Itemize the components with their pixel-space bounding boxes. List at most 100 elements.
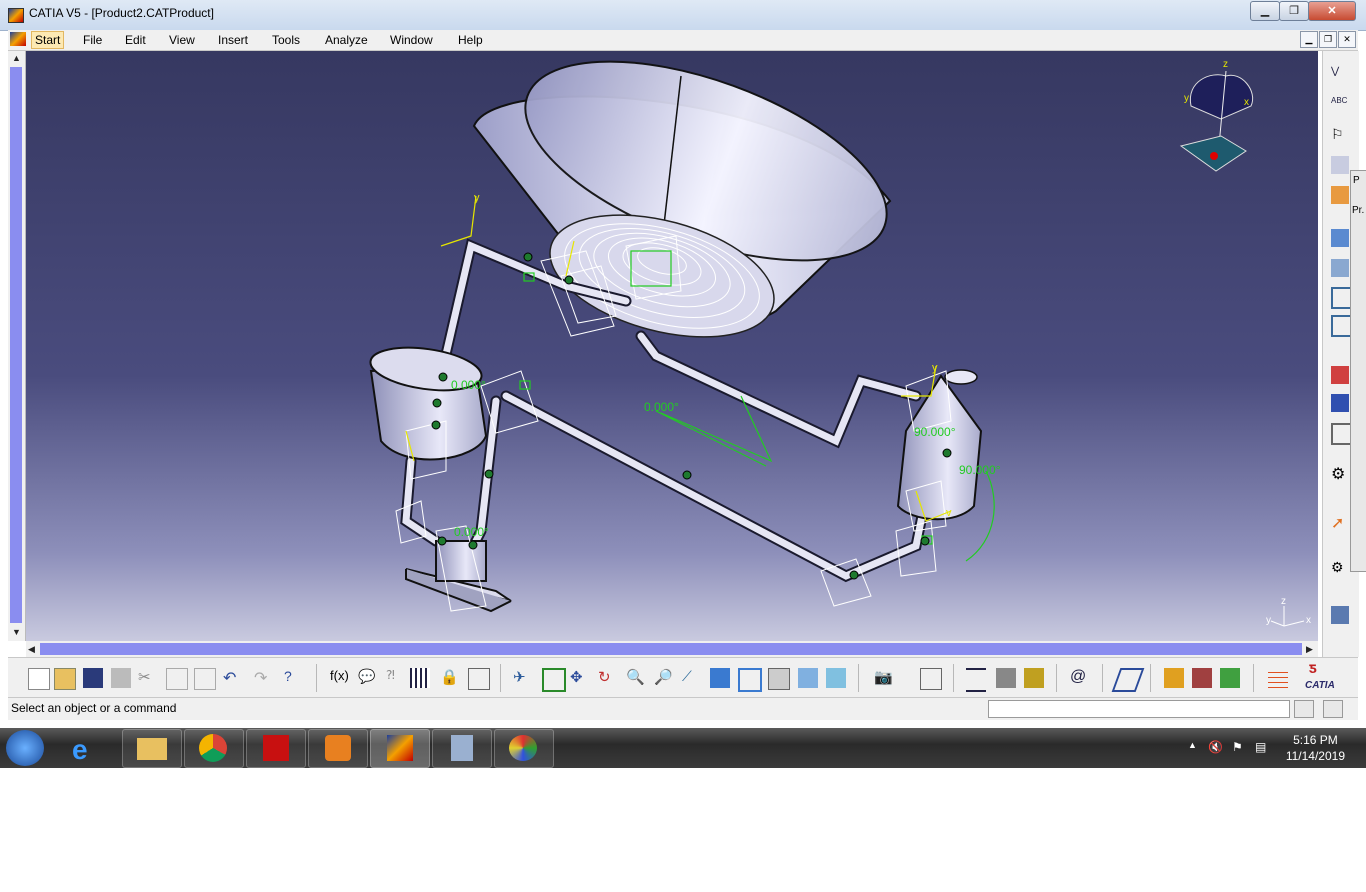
box-icon[interactable] [1331,229,1349,247]
taskbar-acrobat[interactable] [246,729,306,768]
maximize-button[interactable]: ❐ [1279,1,1309,21]
new-icon[interactable] [28,668,50,690]
doc-minimize-button[interactable]: ▁ [1300,31,1318,48]
catia-app-icon[interactable] [8,8,24,23]
clock[interactable]: 5:16 PM 11/14/2019 [1286,732,1345,764]
material-icon[interactable] [1192,668,1212,688]
knowledge-icon[interactable]: ⁈ [386,668,406,688]
volume-muted-icon[interactable]: 🔇 [1208,740,1223,754]
scroll-left-icon[interactable]: ◀ [28,644,35,655]
link-icon[interactable]: ⚙ [1331,559,1349,577]
comment-icon[interactable]: 💬 [358,668,378,688]
vertical-scrollbar[interactable]: ▲ ▼ [8,51,26,641]
compute-icon[interactable] [468,668,490,690]
scroll-down-icon[interactable]: ▼ [12,627,21,637]
scroll-right-icon[interactable]: ▶ [1306,644,1313,655]
table-icon[interactable] [410,668,430,688]
taskbar-calculator[interactable] [432,729,492,768]
ie-icon[interactable]: e [72,734,88,766]
rotate-view-icon[interactable]: ↻ [598,668,618,688]
cut-icon[interactable]: ✂ [138,668,158,688]
whats-this-icon[interactable]: ? [284,668,304,688]
horizontal-scroll-thumb[interactable] [40,643,1302,655]
move-icon[interactable] [1331,366,1349,384]
title-bar[interactable]: CATIA V5 - [Product2.CATProduct] ▁ ❐ ✕ [0,0,1366,31]
multi-view-icon[interactable] [710,668,730,688]
doc-close-button[interactable]: ✕ [1338,31,1356,48]
scene-icon[interactable] [1220,668,1240,688]
scroll-up-icon[interactable]: ▲ [12,53,21,63]
print-icon[interactable] [111,668,131,688]
shading-icon[interactable] [768,668,790,690]
formula-icon[interactable]: f(x) [330,668,350,688]
menu-edit[interactable]: Edit [125,32,146,48]
redo-icon[interactable]: ↷ [254,668,274,688]
fit-all-icon[interactable] [542,668,566,692]
lock-icon[interactable]: 🔒 [440,668,460,688]
menu-start[interactable]: Start [31,31,65,49]
taskbar-explorer[interactable] [122,729,182,768]
swap-icon[interactable] [826,668,846,688]
tree-icon[interactable]: ⋁ [1331,66,1349,84]
menu-insert[interactable]: Insert [218,32,248,48]
close-button[interactable]: ✕ [1308,1,1356,21]
inertia-icon[interactable] [996,668,1016,688]
vertical-scroll-thumb[interactable] [10,67,22,623]
hide-show-icon[interactable] [798,668,818,688]
taskbar-paint[interactable] [494,729,554,768]
side-panel[interactable]: P Pr. [1350,170,1366,572]
measure-icon[interactable] [966,668,986,692]
undo-icon[interactable]: ↶ [223,668,243,688]
spiral-icon[interactable]: @ [1070,668,1090,688]
menu-file[interactable]: File [83,32,102,48]
3d-scene[interactable]: y y v 0.000° 0.000° 90.000° 0.000° 90.00… [26,51,1318,641]
zoom-in-icon[interactable]: 🔍 [626,668,646,688]
network-icon[interactable]: ▤ [1255,740,1266,754]
assembly-icon[interactable] [1331,186,1349,204]
hopper-bowl[interactable] [472,51,912,359]
zoom-out-icon[interactable]: 🔎 [654,668,674,688]
menu-view[interactable]: View [169,32,195,48]
doc-icon[interactable] [10,32,26,46]
menu-analyze[interactable]: Analyze [325,32,368,48]
horizontal-scrollbar[interactable]: ◀ ▶ [26,641,1318,657]
render-icon[interactable] [1164,668,1184,688]
part-icon[interactable] [1331,156,1349,174]
cube-icon[interactable] [1331,259,1349,277]
taskbar-media-player[interactable] [308,729,368,768]
fly-icon[interactable]: ✈ [513,668,533,688]
start-orb-icon[interactable] [6,730,44,766]
doc-restore-button[interactable]: ❐ [1319,31,1337,48]
catalog-icon[interactable] [920,668,942,690]
analyze-icon[interactable] [1331,606,1349,624]
taskbar-catia[interactable] [370,729,430,768]
paste-icon[interactable] [194,668,216,690]
command-input[interactable] [988,700,1290,718]
menu-tools[interactable]: Tools [272,32,300,48]
action-center-flag-icon[interactable]: ⚑ [1232,740,1243,754]
menu-help[interactable]: Help [458,32,483,48]
normal-view-icon[interactable]: ⟋ [682,668,702,688]
cursor-icon[interactable]: ➚ [1331,513,1349,532]
gear-icon[interactable]: ⚙ [1331,464,1349,483]
flag-note-icon[interactable]: ⚐ [1331,126,1349,144]
rotate-icon[interactable] [1331,394,1349,412]
3d-viewport[interactable]: y y v 0.000° 0.000° 90.000° 0.000° 90.00… [26,51,1318,641]
bottle-icon[interactable] [1024,668,1044,688]
compass-icon[interactable]: z x y [1179,59,1254,172]
copy-icon[interactable] [166,668,188,690]
open-icon[interactable] [54,668,76,690]
left-tank[interactable] [368,341,488,461]
grid-icon[interactable] [1268,668,1288,688]
status-panel-button[interactable] [1294,700,1314,718]
minimize-button[interactable]: ▁ [1250,1,1280,21]
iso-view-icon[interactable] [738,668,762,692]
camera-icon[interactable]: 📷 [874,668,894,688]
tray-expand-icon[interactable]: ▲ [1188,740,1197,750]
abc-text-icon[interactable]: ABC [1331,96,1349,114]
power-input-button[interactable] [1323,700,1343,718]
save-icon[interactable] [83,668,103,688]
taskbar-chrome[interactable] [184,729,244,768]
plane-icon[interactable] [1111,668,1145,692]
base-block[interactable] [405,540,512,613]
